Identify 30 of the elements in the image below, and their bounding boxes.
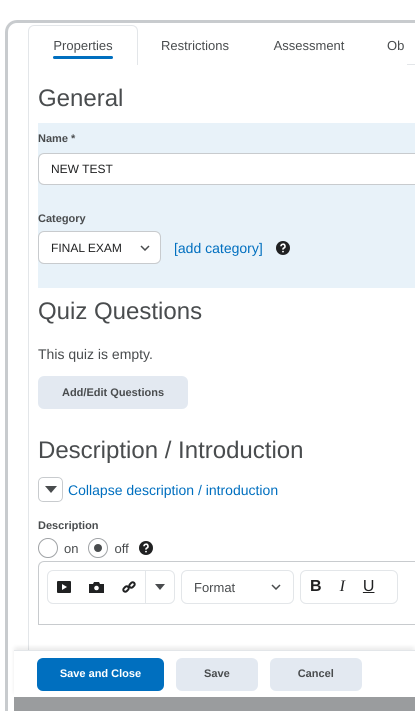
field-label: Description [38, 520, 100, 532]
radio-button[interactable] [38, 538, 58, 558]
format-dropdown[interactable]: Format [181, 570, 294, 604]
category-dropdown[interactable]: FINAL EXAM [38, 231, 161, 264]
radio-label: off [114, 540, 129, 556]
name-input-field[interactable]: NEW TEST [38, 153, 415, 185]
help-icon[interactable] [138, 541, 153, 555]
chevron-down-icon [271, 584, 281, 590]
footer-button[interactable]: Cancel [270, 658, 362, 690]
tab[interactable]: Properties [28, 25, 138, 65]
field-label: Name * [38, 133, 76, 145]
field-label: Category [38, 213, 87, 225]
help-icon[interactable] [276, 240, 290, 254]
section-heading: Description / Introduction [38, 437, 304, 465]
caret-down-icon [44, 486, 56, 493]
radio-button[interactable] [88, 538, 108, 558]
collapse-link[interactable]: Collapse description / introduction [68, 482, 278, 498]
underline-button[interactable]: U [354, 571, 384, 603]
add-edit-questions-button[interactable]: Add/Edit Questions [38, 376, 188, 409]
section-heading: Quiz Questions [38, 298, 204, 326]
add-category-link[interactable]: [add category] [174, 240, 263, 256]
bold-button[interactable]: B [301, 571, 331, 603]
radio-label: on [64, 540, 78, 556]
chevron-down-icon [140, 244, 150, 250]
italic-button[interactable]: I [330, 571, 354, 603]
empty-message: This quiz is empty. [38, 346, 154, 362]
section-heading: General [38, 85, 124, 113]
footer-button[interactable]: Save and Close [37, 658, 164, 690]
collapse-toggle[interactable] [38, 477, 63, 502]
footer-button[interactable]: Save [176, 658, 258, 690]
